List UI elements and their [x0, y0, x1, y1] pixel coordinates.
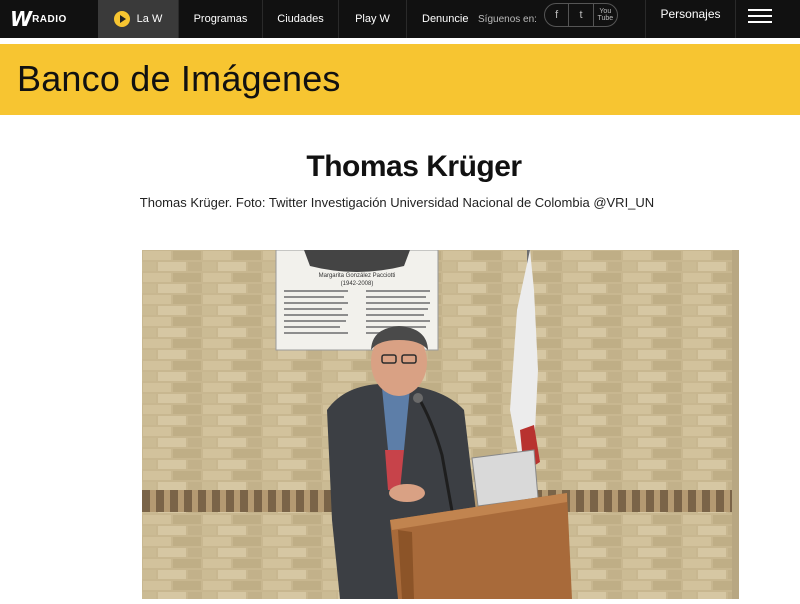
nav-item-la-w[interactable]: La W — [98, 0, 178, 38]
w-radio-logo[interactable]: W RADIO — [10, 6, 88, 32]
nav-item-denuncie[interactable]: Denuncie — [406, 0, 476, 38]
nav-item-programas[interactable]: Programas — [178, 0, 262, 38]
image-caption: Thomas Krüger. Foto: Twitter Investigaci… — [139, 195, 655, 210]
speaker-photo: Margarita González Pacciotti (1942-2008) — [142, 250, 739, 599]
section-banner: Banco de Imágenes — [0, 44, 800, 115]
hamburger-menu-icon[interactable] — [748, 9, 772, 23]
twitter-icon[interactable]: t — [569, 4, 594, 26]
personajes-button[interactable]: Personajes — [645, 0, 736, 38]
nav-item-ciudades[interactable]: Ciudades — [262, 0, 338, 38]
image-title: Thomas Krüger — [306, 150, 522, 183]
social-links: f t You Tube — [544, 3, 618, 27]
nav-item-label: Denuncie — [422, 13, 469, 25]
plaque-name: Margarita González Pacciotti — [319, 273, 396, 279]
facebook-icon[interactable]: f — [545, 4, 570, 26]
play-icon — [113, 11, 130, 27]
nav-item-label: La W — [136, 13, 163, 25]
nav-item-label: Ciudades — [277, 13, 324, 25]
top-navigation: W RADIO La W Programas Ciudades Play W D… — [0, 0, 800, 38]
logo-text: RADIO — [32, 13, 67, 25]
plaque-years: (1942-2008) — [341, 281, 374, 287]
section-title: Banco de Imágenes — [17, 58, 341, 99]
nav-item-play-w[interactable]: Play W — [338, 0, 406, 38]
nav-item-label: Programas — [193, 13, 248, 25]
nav-item-label: Play W — [355, 13, 390, 25]
logo-mark: W — [10, 7, 32, 31]
follow-label: Síguenos en: — [478, 13, 537, 25]
youtube-icon[interactable]: You Tube — [594, 4, 617, 26]
